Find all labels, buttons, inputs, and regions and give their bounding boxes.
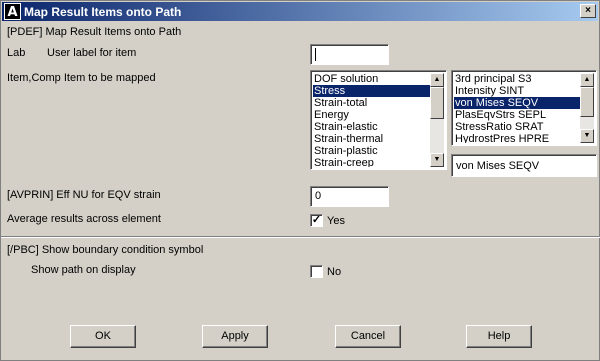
list-item[interactable]: DOF solution — [313, 73, 430, 85]
close-button[interactable]: × — [580, 4, 596, 18]
title-bar[interactable]: A Map Result Items onto Path × — [2, 2, 598, 21]
average-state-label: Yes — [327, 215, 345, 227]
list-item[interactable]: StressRatio SRAT — [454, 121, 580, 133]
scroll-thumb[interactable] — [430, 87, 444, 119]
list-item[interactable]: Energy — [313, 109, 430, 121]
apply-button[interactable]: Apply — [202, 325, 268, 348]
avprin-label: [AVPRIN] Eff NU for EQV strain — [7, 189, 161, 201]
text-cursor — [315, 48, 316, 61]
scroll-down-arrow-icon[interactable]: ▼ — [580, 129, 594, 143]
scroll-down-arrow-icon[interactable]: ▼ — [430, 153, 444, 167]
list-item[interactable]: Strain-elastic — [313, 121, 430, 133]
list-item[interactable]: Strain-thermal — [313, 133, 430, 145]
list-item[interactable]: Intensity SINT — [454, 85, 580, 97]
pbc-label: [/PBC] Show boundary condition symbol — [7, 244, 204, 256]
list-item[interactable]: Strain-creep — [313, 157, 430, 167]
list-item[interactable]: Strain-plastic — [313, 145, 430, 157]
item-scrollbar[interactable]: ▲ ▼ — [430, 73, 444, 167]
list-item[interactable]: HydrostPres HPRE — [454, 133, 580, 143]
list-item[interactable]: Strain-total — [313, 97, 430, 109]
scroll-up-arrow-icon[interactable]: ▲ — [580, 73, 594, 87]
ok-button[interactable]: OK — [70, 325, 136, 348]
avprin-input[interactable]: 0 — [310, 186, 389, 207]
scroll-thumb[interactable] — [580, 87, 594, 117]
list-item[interactable]: PlasEqvStrs SEPL — [454, 109, 580, 121]
item-listbox[interactable]: DOF solution Stress Strain-total Energy … — [310, 70, 447, 170]
component-selection-field[interactable]: von Mises SEQV — [451, 154, 597, 177]
scroll-up-arrow-icon[interactable]: ▲ — [430, 73, 444, 87]
window-title: Map Result Items onto Path — [24, 5, 182, 19]
show-path-label: Show path on display — [31, 264, 136, 276]
lab-description: User label for item — [47, 47, 137, 59]
ansys-logo-icon: A — [4, 3, 21, 20]
list-item-selected[interactable]: Stress — [313, 85, 430, 97]
cancel-button[interactable]: Cancel — [335, 325, 401, 348]
item-comp-label: Item,Comp Item to be mapped — [7, 72, 156, 84]
lab-label: Lab — [7, 47, 26, 59]
command-header: [PDEF] Map Result Items onto Path — [7, 26, 182, 38]
help-button[interactable]: Help — [466, 325, 532, 348]
list-item-selected[interactable]: von Mises SEQV — [454, 97, 580, 109]
lab-input[interactable] — [310, 44, 389, 65]
component-scrollbar[interactable]: ▲ ▼ — [580, 73, 594, 143]
component-listbox[interactable]: 3rd principal S3 Intensity SINT von Mise… — [451, 70, 597, 146]
show-path-state-label: No — [327, 266, 342, 278]
list-item[interactable]: 3rd principal S3 — [454, 73, 580, 85]
show-path-checkbox[interactable] — [310, 265, 323, 278]
section-divider — [1, 236, 600, 238]
dialog-window: A Map Result Items onto Path × [PDEF] Ma… — [0, 0, 600, 361]
average-checkbox[interactable]: ✓ — [310, 214, 323, 227]
average-label: Average results across element — [7, 213, 161, 225]
